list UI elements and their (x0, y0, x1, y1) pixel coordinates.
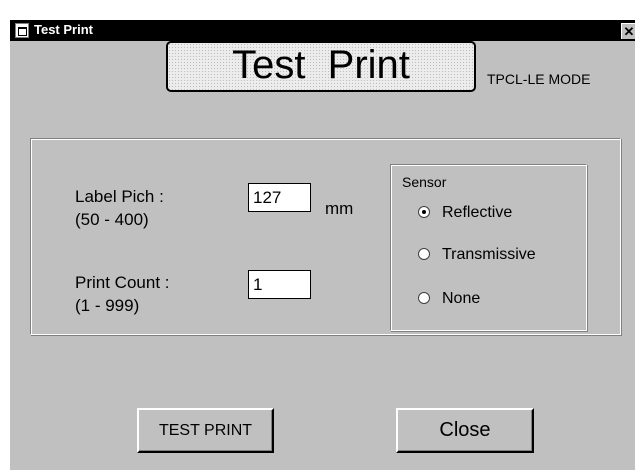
label-pitch-input[interactable] (248, 183, 311, 212)
printer-app-icon (15, 23, 29, 38)
radio-icon[interactable] (418, 248, 430, 260)
label-pitch-label: Label Pich : (75, 187, 164, 206)
label-pitch-unit: mm (325, 199, 354, 218)
window-title: Test Print (34, 22, 93, 37)
page-title: Test Print (166, 41, 476, 92)
sensor-option-label: Reflective (442, 204, 513, 221)
close-icon[interactable]: ✕ (621, 23, 635, 39)
sensor-option-label: None (442, 290, 481, 307)
title-bar[interactable]: Test Print ✕ (10, 20, 635, 41)
print-count-input[interactable] (248, 270, 311, 299)
test-print-button[interactable]: TEST PRINT (137, 408, 274, 453)
print-count-label: Print Count : (75, 273, 170, 292)
label-pitch-range: (50 - 400) (75, 210, 149, 229)
mode-label: TPCL-LE MODE (487, 71, 591, 87)
radio-icon[interactable] (418, 292, 430, 304)
sensor-legend: Sensor (400, 174, 449, 190)
radio-icon[interactable] (418, 206, 430, 218)
sensor-option-label: Transmissive (442, 246, 536, 263)
close-button[interactable]: Close (396, 408, 534, 453)
print-count-range: (1 - 999) (75, 296, 140, 315)
